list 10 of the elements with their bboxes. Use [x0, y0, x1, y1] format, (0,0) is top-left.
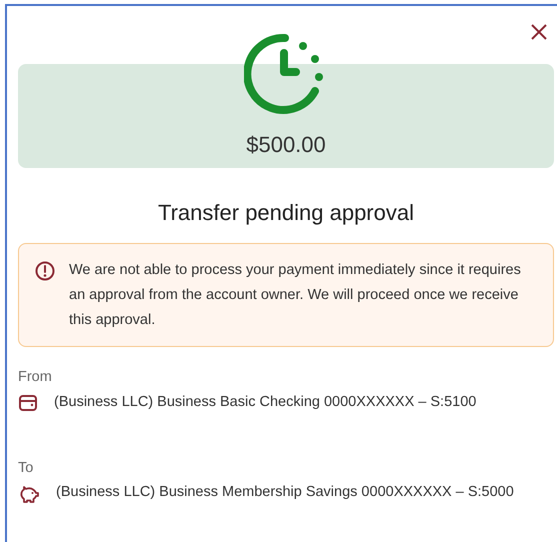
alert-message: We are not able to process your payment immediately since it requires an approval from the account owner. We will proceed once we receive this approval.: [69, 261, 522, 330]
dialog-title: Transfer pending approval: [156, 199, 415, 227]
wallet-icon: [18, 392, 38, 413]
alert-icon: [35, 261, 55, 281]
account-label: From: [18, 368, 53, 387]
amount: $500.00: [245, 131, 327, 159]
account-name: (Business LLC) Business Basic Checking 0000XXXXXX – S:5100: [54, 392, 476, 412]
account-label: To: [18, 458, 34, 478]
account-name: (Business LLC) Business Membership Savings 0000XXXXXX – S:5000: [56, 483, 514, 502]
close-icon: [530, 23, 548, 41]
